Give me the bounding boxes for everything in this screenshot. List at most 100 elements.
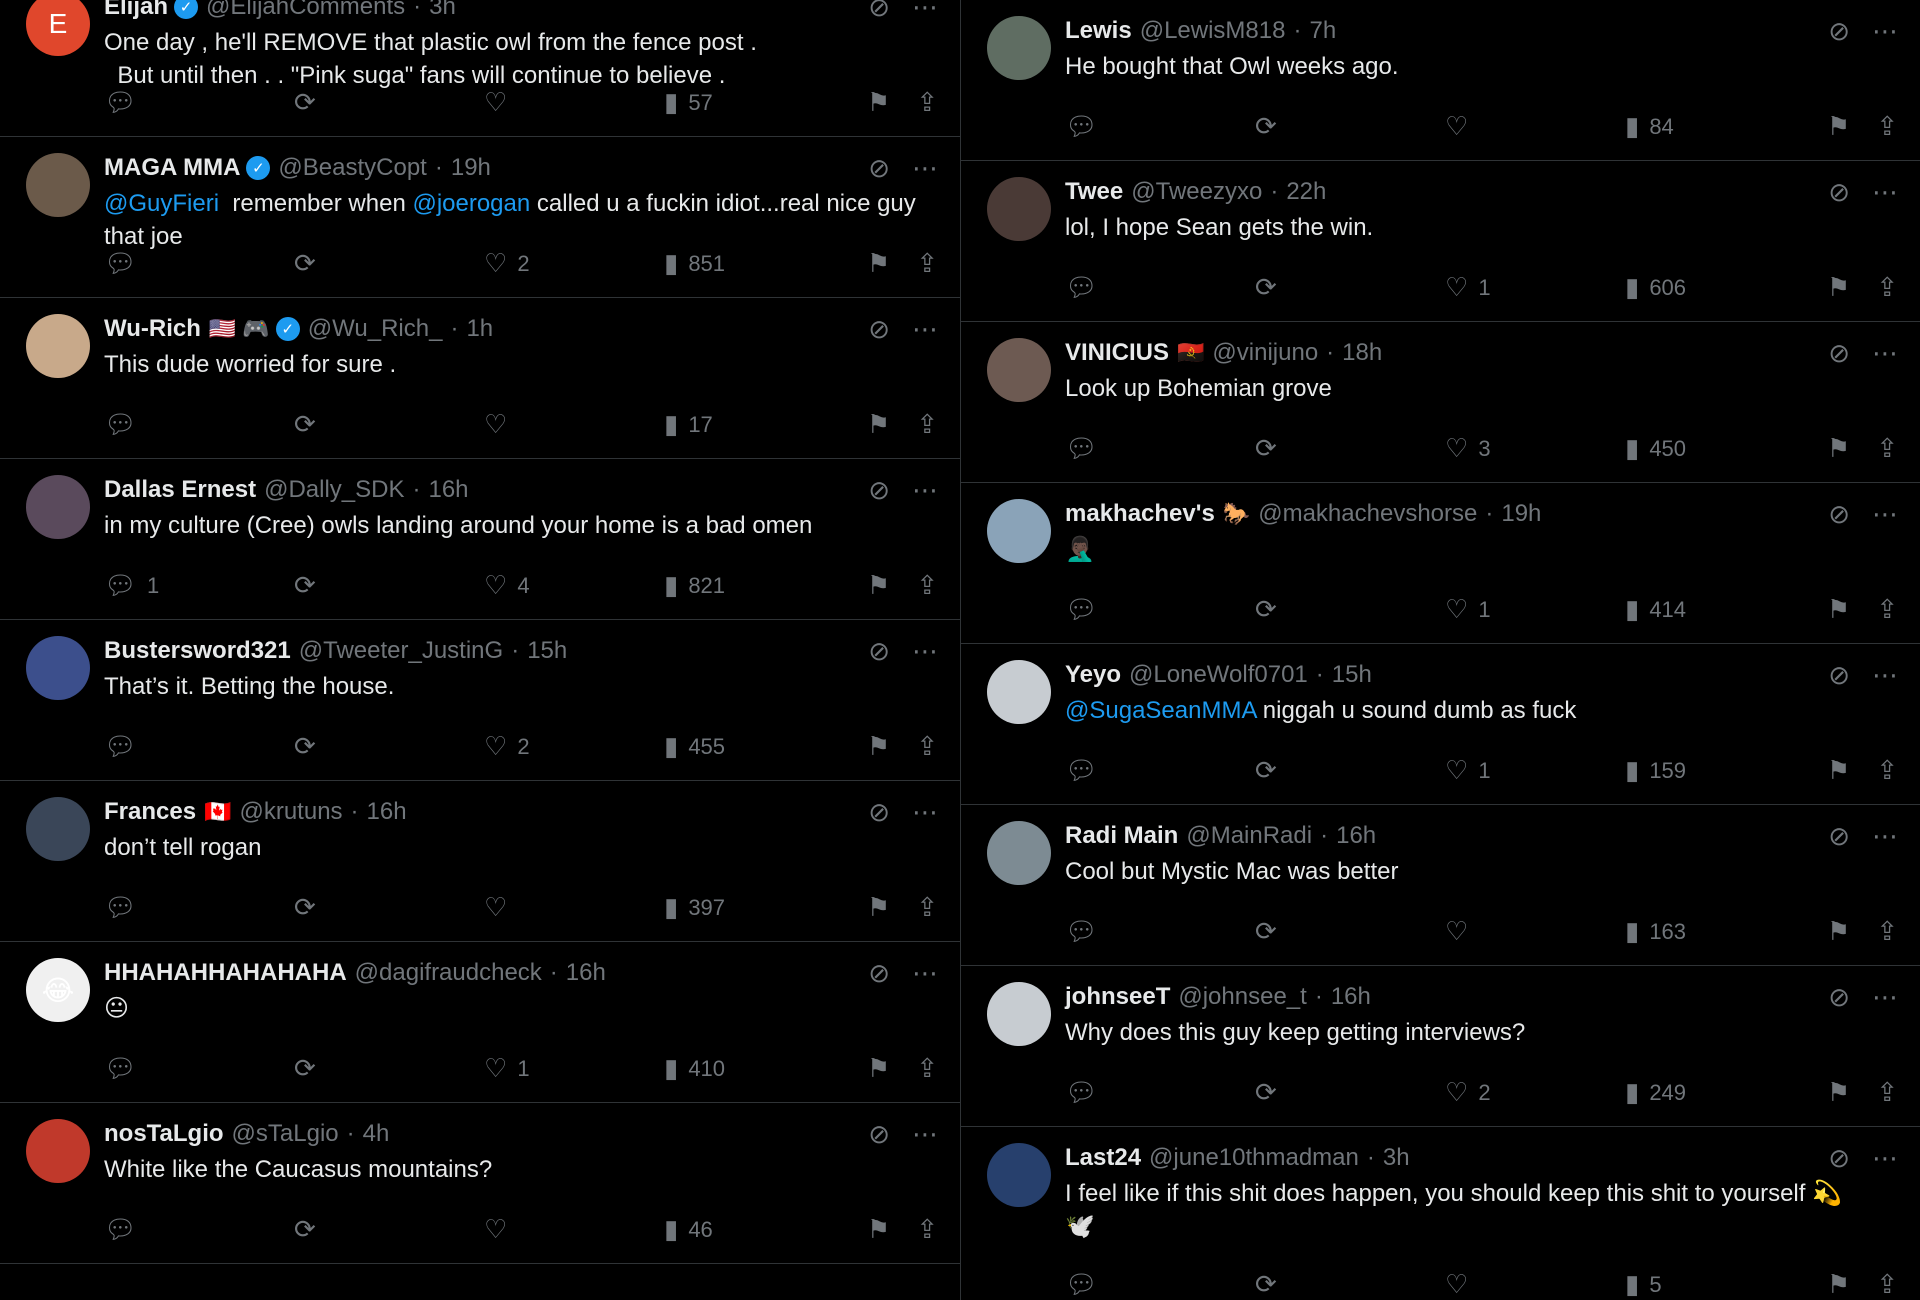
reply-button[interactable]: 💬︎ (1065, 1269, 1255, 1300)
tweet[interactable]: johnseeT @johnsee_t · 16h Why does this guy … (961, 966, 1920, 1127)
like-button[interactable]: ♡ 2 (484, 248, 664, 279)
tweet[interactable]: Dallas Ernest @Dally_SDK · 16h in my culture… (0, 459, 960, 620)
like-button[interactable]: ♡ (1445, 111, 1625, 142)
display-name[interactable]: Bustersword321 (104, 637, 291, 665)
display-name[interactable]: Elijah (104, 0, 168, 21)
timestamp[interactable]: 16h (428, 476, 468, 504)
retweet-button[interactable]: ⟳ (294, 409, 484, 440)
timestamp[interactable]: 15h (527, 637, 567, 665)
bookmark-icon[interactable]: ⚑ (867, 892, 890, 923)
retweet-button[interactable]: ⟳ (294, 731, 484, 762)
more-icon[interactable]: ⋯ (912, 1119, 938, 1150)
like-button[interactable]: ♡ 1 (484, 1053, 664, 1084)
reply-button[interactable]: 💬︎ (1065, 594, 1255, 625)
retweet-button[interactable]: ⟳ (294, 892, 484, 923)
user-handle[interactable]: @dagifraudcheck (355, 959, 542, 987)
reply-button[interactable]: 💬︎ (104, 409, 294, 440)
user-handle[interactable]: @sTaLgio (232, 1120, 339, 1148)
display-name[interactable]: Twee (1065, 178, 1123, 206)
bookmark-icon[interactable]: ⚑ (1827, 1269, 1850, 1300)
user-handle[interactable]: @krutuns (239, 798, 342, 826)
more-icon[interactable]: ⋯ (912, 797, 938, 828)
avatar[interactable] (987, 1143, 1051, 1207)
bookmark-icon[interactable]: ⚑ (1827, 755, 1850, 786)
grok-icon[interactable]: ⊘ (868, 0, 890, 23)
views-button[interactable]: ▮ 397 (664, 892, 854, 923)
share-icon[interactable]: ⇪ (1876, 111, 1898, 142)
share-icon[interactable]: ⇪ (916, 892, 938, 923)
grok-icon[interactable]: ⊘ (868, 797, 890, 828)
reply-button[interactable]: 💬︎ (1065, 111, 1255, 142)
views-button[interactable]: ▮ 249 (1625, 1077, 1815, 1108)
share-icon[interactable]: ⇪ (1876, 916, 1898, 947)
more-icon[interactable]: ⋯ (912, 475, 938, 506)
share-icon[interactable]: ⇪ (1876, 1077, 1898, 1108)
display-name[interactable]: Wu-Rich (104, 315, 201, 343)
bookmark-icon[interactable]: ⚑ (1827, 433, 1850, 464)
user-handle[interactable]: @june10thmadman (1149, 1144, 1359, 1172)
timestamp[interactable]: 16h (1336, 822, 1376, 850)
timestamp[interactable]: 1h (466, 315, 493, 343)
views-button[interactable]: ▮ 414 (1625, 594, 1815, 625)
more-icon[interactable]: ⋯ (1872, 821, 1898, 852)
views-button[interactable]: ▮ 159 (1625, 755, 1815, 786)
reply-button[interactable]: 💬︎ (104, 731, 294, 762)
like-button[interactable]: ♡ 2 (1445, 1077, 1625, 1108)
avatar[interactable] (26, 153, 90, 217)
like-button[interactable]: ♡ (484, 409, 664, 440)
retweet-button[interactable]: ⟳ (294, 1214, 484, 1245)
reply-button[interactable]: 💬︎ (104, 1214, 294, 1245)
avatar[interactable]: E (26, 0, 90, 56)
retweet-button[interactable]: ⟳ (1255, 916, 1445, 947)
retweet-button[interactable]: ⟳ (1255, 1269, 1445, 1300)
tweet[interactable]: VINICIUS 🇦🇴 @vinijuno · 18h Look up Bohemian … (961, 322, 1920, 483)
reply-button[interactable]: 💬︎ 1 (104, 570, 294, 601)
share-icon[interactable]: ⇪ (1876, 755, 1898, 786)
grok-icon[interactable]: ⊘ (868, 314, 890, 345)
grok-icon[interactable]: ⊘ (1828, 660, 1850, 691)
bookmark-icon[interactable]: ⚑ (1827, 594, 1850, 625)
display-name[interactable]: VINICIUS (1065, 339, 1169, 367)
tweet[interactable]: MAGA MMA ✓ @BeastyCopt · 19h @GuyFieri rememb… (0, 137, 960, 298)
share-icon[interactable]: ⇪ (916, 731, 938, 762)
tweet[interactable]: Yeyo @LoneWolf0701 · 15h @SugaSeanMMA niggah… (961, 644, 1920, 805)
share-icon[interactable]: ⇪ (916, 1214, 938, 1245)
tweet[interactable]: Wu-Rich 🇺🇸 🎮 ✓ @Wu_Rich_ · 1h This dude worrie… (0, 298, 960, 459)
bookmark-icon[interactable]: ⚑ (867, 248, 890, 279)
grok-icon[interactable]: ⊘ (1828, 338, 1850, 369)
avatar[interactable] (26, 1119, 90, 1183)
tweet[interactable]: 😂 HHAHAHHAHAHAHA @dagifraudcheck · 16h 😐 ⊘ ⋯ 💬︎ ⟳… (0, 942, 960, 1103)
like-button[interactable]: ♡ (484, 1214, 664, 1245)
more-icon[interactable]: ⋯ (1872, 16, 1898, 47)
user-handle[interactable]: @LewisM818 (1140, 17, 1286, 45)
share-icon[interactable]: ⇪ (916, 1053, 938, 1084)
more-icon[interactable]: ⋯ (912, 0, 938, 23)
grok-icon[interactable]: ⊘ (868, 958, 890, 989)
user-handle[interactable]: @BeastyCopt (278, 154, 426, 182)
avatar[interactable] (987, 499, 1051, 563)
bookmark-icon[interactable]: ⚑ (867, 87, 890, 118)
views-button[interactable]: ▮ 163 (1625, 916, 1815, 947)
grok-icon[interactable]: ⊘ (1828, 1143, 1850, 1174)
avatar[interactable] (987, 821, 1051, 885)
like-button[interactable]: ♡ 1 (1445, 594, 1625, 625)
timestamp[interactable]: 16h (566, 959, 606, 987)
tweet[interactable]: Lewis @LewisM818 · 7h He bought that Owl wee… (961, 0, 1920, 161)
like-button[interactable]: ♡ (1445, 1269, 1625, 1300)
display-name[interactable]: nosTaLgio (104, 1120, 224, 1148)
avatar[interactable] (26, 475, 90, 539)
views-button[interactable]: ▮ 606 (1625, 272, 1815, 303)
reply-button[interactable]: 💬︎ (1065, 433, 1255, 464)
views-button[interactable]: ▮ 851 (664, 248, 854, 279)
like-button[interactable]: ♡ 3 (1445, 433, 1625, 464)
grok-icon[interactable]: ⊘ (1828, 177, 1850, 208)
views-button[interactable]: ▮ 455 (664, 731, 854, 762)
tweet[interactable]: Bustersword321 @Tweeter_JustinG · 15h That’s… (0, 620, 960, 781)
display-name[interactable]: makhachev's (1065, 500, 1215, 528)
views-button[interactable]: ▮ 410 (664, 1053, 854, 1084)
display-name[interactable]: HHAHAHHAHAHAHA (104, 959, 347, 987)
avatar[interactable] (987, 982, 1051, 1046)
reply-button[interactable]: 💬︎ (104, 87, 294, 118)
like-button[interactable]: ♡ 4 (484, 570, 664, 601)
timestamp[interactable]: 16h (367, 798, 407, 826)
